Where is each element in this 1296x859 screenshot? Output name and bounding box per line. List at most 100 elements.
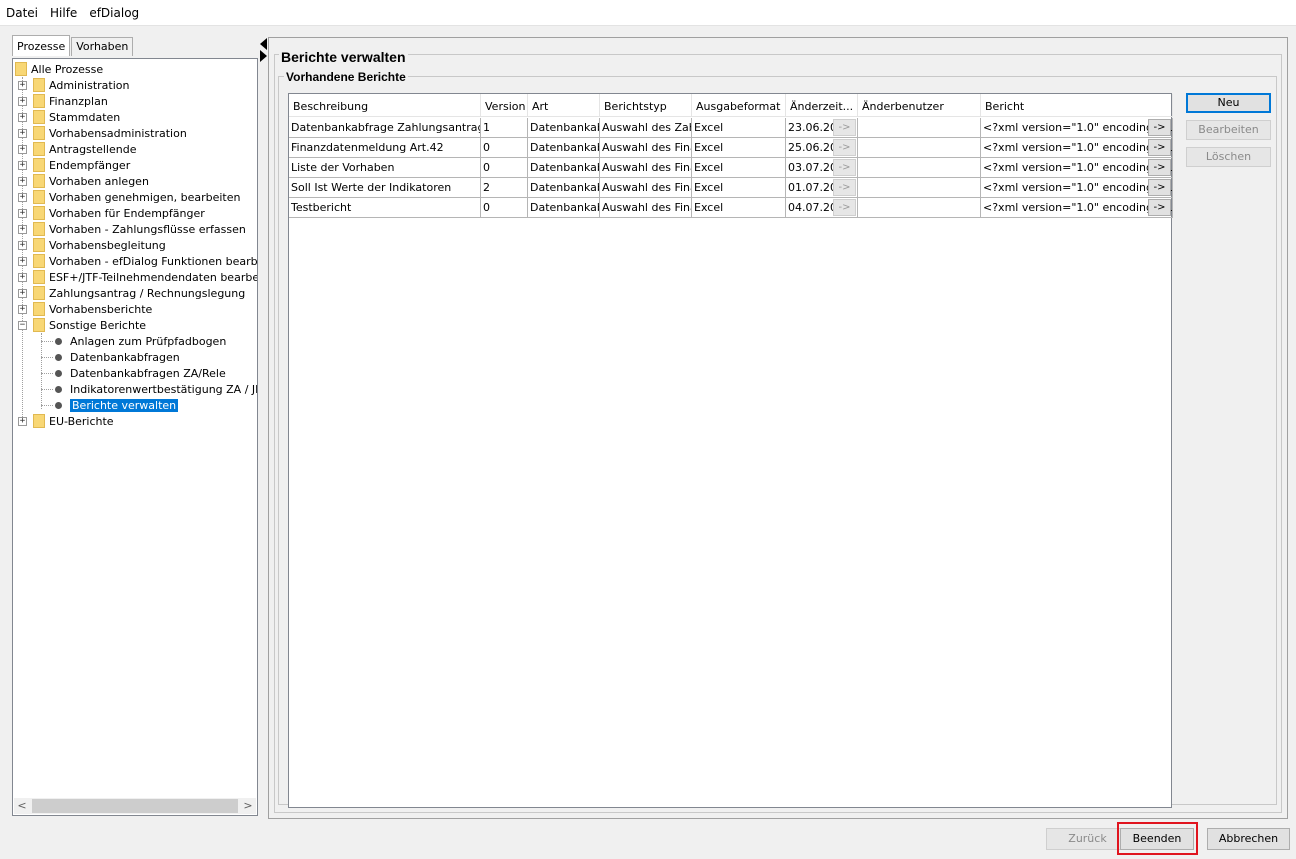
cell-art[interactable]: Datenbankabfrage [528, 138, 600, 158]
cell-bericht[interactable]: <?xml version="1.0" encoding="U -> [981, 198, 1173, 218]
tree-item[interactable]: + Endempfänger [18, 157, 130, 173]
cell-ausgabeformat[interactable]: Excel [692, 158, 786, 178]
column-header[interactable]: Ausgabeformat [692, 94, 786, 117]
expand-icon[interactable]: + [18, 304, 27, 314]
tree-item[interactable]: + Finanzplan [18, 93, 108, 109]
collapse-left-icon[interactable] [260, 38, 267, 50]
cell-beschreibung[interactable]: Datenbankabfrage Zahlungsantrag [289, 118, 481, 138]
cell-beschreibung[interactable]: Finanzdatenmeldung Art.42 [289, 138, 481, 158]
cancel-button[interactable]: Abbrechen [1207, 828, 1290, 850]
collapse-icon[interactable]: − [18, 320, 27, 330]
column-header[interactable]: Beschreibung [289, 94, 481, 117]
cell-art[interactable]: Datenbankabfrage [528, 118, 600, 138]
column-header[interactable]: Änderzeit... [786, 94, 858, 117]
cell-art[interactable]: Datenbankabfrage [528, 178, 600, 198]
expand-icon[interactable]: + [18, 192, 27, 202]
tab-vorhaben[interactable]: Vorhaben [71, 37, 134, 56]
tree-item[interactable]: + Vorhabensberichte [18, 301, 152, 317]
open-report-button[interactable]: -> [1148, 179, 1171, 196]
cell-ausgabeformat[interactable]: Excel [692, 118, 786, 138]
open-report-button[interactable]: -> [1148, 159, 1171, 176]
tree-item[interactable]: + Administration [18, 77, 130, 93]
scroll-right-icon[interactable]: > [240, 798, 256, 814]
cell-ausgabeformat[interactable]: Excel [692, 138, 786, 158]
tree-item[interactable]: + Vorhaben - efDialog Funktionen bearbeit… [18, 253, 257, 269]
column-header[interactable]: Berichtstyp [600, 94, 692, 117]
column-header[interactable]: Änderbenutzer [858, 94, 981, 117]
cell-art[interactable]: Datenbankabfrage [528, 198, 600, 218]
tree-item[interactable]: + EU-Berichte [18, 413, 114, 429]
open-date-button[interactable]: -> [833, 179, 856, 196]
tree-item[interactable]: + ESF+/JTF-Teilnehmendendaten bearbeiten [18, 269, 257, 285]
expand-icon[interactable]: + [18, 416, 27, 426]
tree-item[interactable]: + Vorhabensbegleitung [18, 237, 166, 253]
tree-item[interactable]: + Vorhaben - Zahlungsflüsse erfassen [18, 221, 246, 237]
tree-item[interactable]: + Vorhaben anlegen [18, 173, 149, 189]
expand-icon[interactable]: + [18, 112, 27, 122]
tree-leaf[interactable]: Datenbankabfragen ZA/Rele [53, 365, 226, 381]
open-date-button[interactable]: -> [833, 199, 856, 216]
cell-beschreibung[interactable]: Soll Ist Werte der Indikatoren [289, 178, 481, 198]
cell-aenderzeit[interactable]: 25.06.20 -> [786, 138, 858, 158]
cell-aenderbenutzer[interactable] [858, 138, 981, 158]
column-header[interactable]: Version [481, 94, 528, 117]
open-report-button[interactable]: -> [1148, 139, 1171, 156]
scroll-left-icon[interactable]: < [14, 798, 30, 814]
open-date-button[interactable]: -> [833, 159, 856, 176]
expand-icon[interactable]: + [18, 128, 27, 138]
table-row[interactable]: Soll Ist Werte der Indikatoren 2 Datenba… [289, 178, 1173, 198]
expand-icon[interactable]: + [18, 288, 27, 298]
table-row[interactable]: Finanzdatenmeldung Art.42 0 Datenbankabf… [289, 138, 1173, 158]
table-row[interactable]: Testbericht 0 Datenbankabfrage Auswahl d… [289, 198, 1173, 218]
tree-item[interactable]: + Vorhaben für Endempfänger [18, 205, 205, 221]
expand-icon[interactable]: + [18, 208, 27, 218]
cell-berichtstyp[interactable]: Auswahl des Finanzplans [600, 198, 692, 218]
open-date-button[interactable]: -> [833, 119, 856, 136]
new-button[interactable]: Neu [1186, 93, 1271, 113]
cell-aenderbenutzer[interactable] [858, 178, 981, 198]
cell-ausgabeformat[interactable]: Excel [692, 178, 786, 198]
delete-button[interactable]: Löschen [1186, 147, 1271, 167]
cell-aenderzeit[interactable]: 01.07.20 -> [786, 178, 858, 198]
tree-item[interactable]: + Stammdaten [18, 109, 120, 125]
tab-prozesse[interactable]: Prozesse [12, 35, 71, 56]
expand-icon[interactable]: + [18, 80, 27, 90]
tree-leaf-selected[interactable]: Berichte verwalten [53, 397, 179, 413]
menu-efdialog[interactable]: efDialog [89, 6, 139, 20]
edit-button[interactable]: Bearbeiten [1186, 120, 1271, 140]
cell-aenderzeit[interactable]: 04.07.20 -> [786, 198, 858, 218]
cell-berichtstyp[interactable]: Auswahl des Finanzplans [600, 158, 692, 178]
expand-icon[interactable]: + [18, 256, 27, 266]
cell-version[interactable]: 0 [481, 138, 528, 158]
tree-item[interactable]: + Vorhabensadministration [18, 125, 187, 141]
cell-aenderbenutzer[interactable] [858, 158, 981, 178]
finish-button[interactable]: Beenden [1120, 828, 1194, 850]
cell-bericht[interactable]: <?xml version="1.0" encoding="U -> [981, 138, 1173, 158]
expand-icon[interactable]: + [18, 96, 27, 106]
cell-aenderzeit[interactable]: 23.06.20 -> [786, 118, 858, 138]
scroll-thumb[interactable] [32, 799, 238, 813]
menu-hilfe[interactable]: Hilfe [50, 6, 77, 20]
tree-item[interactable]: + Zahlungsantrag / Rechnungslegung [18, 285, 245, 301]
tree-leaf[interactable]: Anlagen zum Prüfpfadbogen [53, 333, 226, 349]
column-header[interactable]: Art [528, 94, 600, 117]
process-tree[interactable]: Alle Prozesse + Administration + Finanzpla… [12, 58, 258, 816]
open-date-button[interactable]: -> [833, 139, 856, 156]
tree-item[interactable]: + Antragstellende [18, 141, 136, 157]
tree-item[interactable]: + Vorhaben genehmigen, bearbeiten [18, 189, 240, 205]
tree-leaf[interactable]: Datenbankabfragen [53, 349, 180, 365]
cell-aenderbenutzer[interactable] [858, 198, 981, 218]
cell-beschreibung[interactable]: Testbericht [289, 198, 481, 218]
tree-item[interactable]: − Sonstige Berichte [18, 317, 146, 333]
column-header[interactable]: Bericht [981, 94, 1173, 117]
cell-bericht[interactable]: <?xml version="1.0" encoding="U -> [981, 158, 1173, 178]
menu-datei[interactable]: Datei [6, 6, 38, 20]
expand-icon[interactable]: + [18, 176, 27, 186]
tree-leaf[interactable]: Indikatorenwertbestätigung ZA / JDB [53, 381, 257, 397]
tree-horizontal-scrollbar[interactable]: < > [14, 798, 256, 814]
cell-bericht[interactable]: <?xml version="1.0" encoding="U -> [981, 118, 1173, 138]
table-row[interactable]: Liste der Vorhaben 0 Datenbankabfrage Au… [289, 158, 1173, 178]
cell-berichtstyp[interactable]: Auswahl des Finanzplans [600, 178, 692, 198]
cell-berichtstyp[interactable]: Auswahl des Finanzplans [600, 138, 692, 158]
table-row[interactable]: Datenbankabfrage Zahlungsantrag 1 Datenb… [289, 118, 1173, 138]
